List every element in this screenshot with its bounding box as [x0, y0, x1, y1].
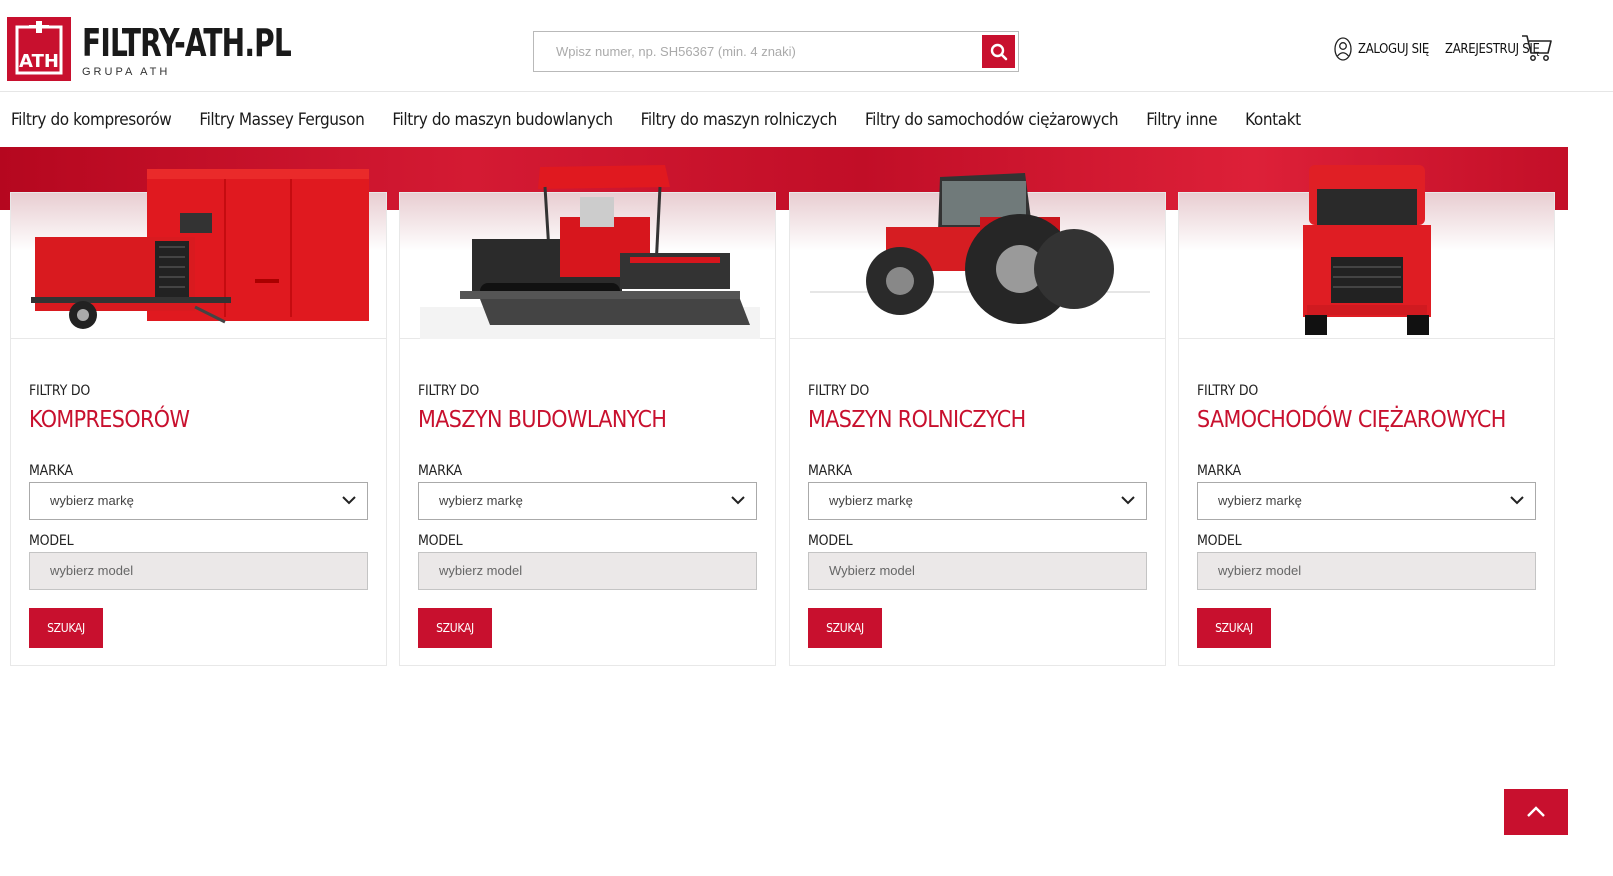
main-nav: Filtry do kompresorów Filtry Massey Ferg…: [0, 93, 1613, 147]
card-image: [11, 169, 386, 339]
tractor-image: [810, 173, 1150, 324]
category-card-maszyny-budowlane: FILTRY DO MASZYN BUDOWLANYCH MARKA wybie…: [399, 165, 776, 666]
chevron-down-icon: [1510, 496, 1524, 505]
category-card-kompresory: FILTRY DO KOMPRESORÓW MARKA wybierz mark…: [10, 169, 387, 666]
brand-select[interactable]: wybierz markę: [1197, 482, 1536, 520]
brand-label: MARKA: [1197, 463, 1241, 479]
brand-select-value: wybierz markę: [50, 493, 134, 508]
model-select[interactable]: wybierz model: [29, 552, 368, 590]
search-submit-button[interactable]: SZUKAJ: [1197, 608, 1271, 648]
account-links: ZALOGUJ SIĘ ZAREJESTRUJ SIĘ: [1334, 37, 1540, 61]
card-image: [400, 165, 775, 339]
model-select[interactable]: wybierz model: [1197, 552, 1536, 590]
nav-item-samochody-ciezarowe[interactable]: Filtry do samochodów ciężarowych: [865, 110, 1119, 130]
card-image: [1179, 165, 1554, 339]
nav-item-filtry-inne[interactable]: Filtry inne: [1146, 110, 1217, 130]
model-select-value: Wybierz model: [829, 563, 915, 578]
compressor-image: [31, 169, 369, 329]
nav-item-maszyny-rolnicze[interactable]: Filtry do maszyn rolniczych: [641, 110, 838, 130]
brand-label: MARKA: [418, 463, 462, 479]
search-submit-button[interactable]: SZUKAJ: [808, 608, 882, 648]
logo-mark[interactable]: ATH: [7, 17, 71, 81]
brand-select-value: wybierz markę: [829, 493, 913, 508]
brand-label: MARKA: [29, 463, 73, 479]
model-select-value: wybierz model: [1218, 563, 1302, 578]
chevron-down-icon: [342, 496, 356, 505]
card-pretitle: FILTRY DO: [808, 383, 870, 399]
brand-select[interactable]: wybierz markę: [29, 482, 368, 520]
user-icon[interactable]: [1334, 37, 1352, 61]
model-label: MODEL: [1197, 533, 1242, 549]
model-label: MODEL: [808, 533, 853, 549]
brand-select-value: wybierz markę: [439, 493, 523, 508]
search-submit-button[interactable]: SZUKAJ: [418, 608, 492, 648]
truck-image: [1303, 165, 1431, 335]
category-card-samochody-ciezarowe: FILTRY DO SAMOCHODÓW CIĘŻAROWYCH MARKA w…: [1178, 165, 1555, 666]
construction-machine-image: [420, 165, 760, 339]
search-input[interactable]: [534, 32, 980, 71]
logo-text[interactable]: FILTRY-ATH.PL: [82, 22, 292, 64]
model-select[interactable]: Wybierz model: [808, 552, 1147, 590]
model-label: MODEL: [418, 533, 463, 549]
brand-select[interactable]: wybierz markę: [418, 482, 757, 520]
card-title: SAMOCHODÓW CIĘŻAROWYCH: [1197, 407, 1506, 433]
card-pretitle: FILTRY DO: [1197, 383, 1259, 399]
card-title: KOMPRESORÓW: [29, 407, 190, 433]
card-image: [790, 173, 1165, 339]
chevron-down-icon: [1121, 496, 1135, 505]
site-header: ATH FILTRY-ATH.PL GRUPA ATH ZALOGUJ SIĘ …: [0, 0, 1613, 92]
chevron-up-icon: [1527, 806, 1545, 817]
brand-select-value: wybierz markę: [1218, 493, 1302, 508]
cart-icon[interactable]: [1521, 33, 1553, 63]
search-box: [533, 31, 1019, 72]
nav-item-maszyny-budowlane[interactable]: Filtry do maszyn budowlanych: [392, 110, 613, 130]
model-select-value: wybierz model: [439, 563, 523, 578]
chevron-down-icon: [731, 496, 745, 505]
model-label: MODEL: [29, 533, 74, 549]
nav-item-kompresory[interactable]: Filtry do kompresorów: [11, 110, 172, 130]
back-to-top-button[interactable]: [1504, 789, 1568, 835]
login-link[interactable]: ZALOGUJ SIĘ: [1358, 42, 1429, 57]
card-pretitle: FILTRY DO: [29, 383, 91, 399]
model-select[interactable]: wybierz model: [418, 552, 757, 590]
search-button[interactable]: [982, 35, 1015, 68]
logo-subtitle: GRUPA ATH: [82, 66, 171, 78]
nav-item-massey-ferguson[interactable]: Filtry Massey Ferguson: [199, 110, 364, 130]
nav-item-kontakt[interactable]: Kontakt: [1245, 110, 1301, 130]
search-submit-button[interactable]: SZUKAJ: [29, 608, 103, 648]
search-icon: [990, 43, 1007, 60]
card-title: MASZYN ROLNICZYCH: [808, 407, 1026, 433]
brand-label: MARKA: [808, 463, 852, 479]
svg-text:ATH: ATH: [19, 51, 59, 72]
card-pretitle: FILTRY DO: [418, 383, 480, 399]
brand-select[interactable]: wybierz markę: [808, 482, 1147, 520]
ath-logo-icon: ATH: [15, 21, 63, 75]
category-card-maszyny-rolnicze: FILTRY DO MASZYN ROLNICZYCH MARKA wybier…: [789, 173, 1166, 666]
card-title: MASZYN BUDOWLANYCH: [418, 407, 667, 433]
model-select-value: wybierz model: [50, 563, 134, 578]
